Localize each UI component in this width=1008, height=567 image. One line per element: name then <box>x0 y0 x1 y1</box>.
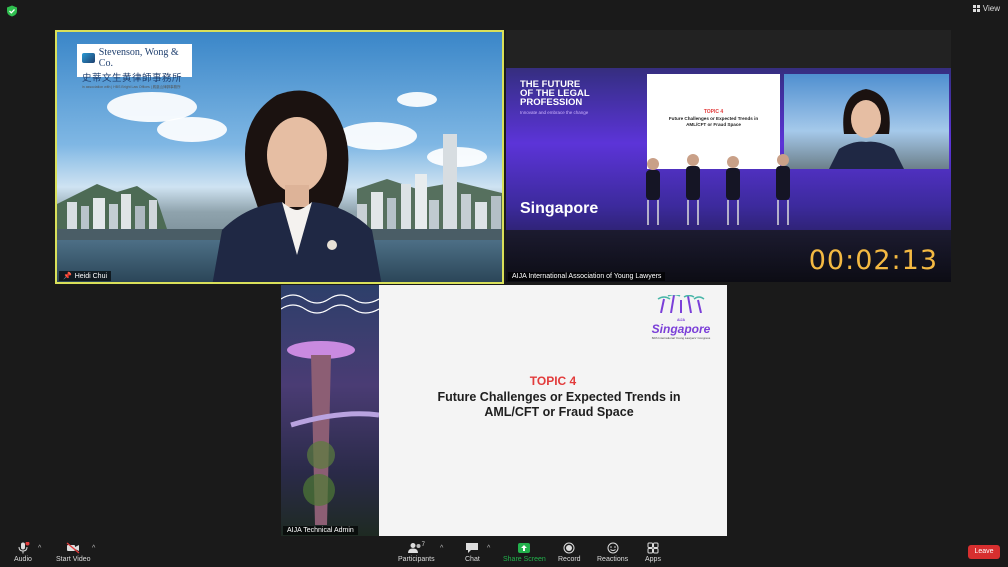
slide-wave-band <box>281 285 379 322</box>
stage-banner-subtitle: Innovate and embrace the change <box>520 110 589 115</box>
panelists-on-stage <box>646 154 790 225</box>
reactions-button[interactable]: Reactions <box>597 542 628 563</box>
stage-banner-title: THE FUTURE OF THE LEGAL PROFESSION <box>520 79 590 108</box>
chat-button[interactable]: Chat <box>465 542 480 563</box>
video-camera-off-icon <box>66 542 80 554</box>
participants-icon <box>407 543 421 553</box>
share-screen-button[interactable]: Share Screen <box>503 542 546 563</box>
audio-button[interactable]: Audio <box>14 542 32 563</box>
supertree-logo-icon <box>657 293 705 314</box>
pin-icon: 📌 <box>63 273 72 280</box>
aija-singapore-logo: AIJA Singapore 60th International Young … <box>647 293 715 340</box>
video-tile-heidi[interactable]: Stevenson, Wong & Co. 史蒂文生黄律師事務所 in asso… <box>55 30 504 284</box>
video-options-caret[interactable]: ^ <box>92 545 95 552</box>
participants-button[interactable]: 7 Participants <box>398 542 435 563</box>
chat-bubble-icon <box>466 543 479 553</box>
grid-view-icon <box>972 5 980 12</box>
participant-video-heidi <box>212 90 382 282</box>
record-button[interactable]: Record <box>558 542 581 563</box>
slide-topic: TOPIC 4 <box>529 374 577 388</box>
record-icon <box>563 542 575 554</box>
audio-options-caret[interactable]: ^ <box>38 545 41 552</box>
security-shield-icon[interactable] <box>6 5 18 17</box>
view-label: View <box>982 4 1000 13</box>
start-video-button[interactable]: Start Video <box>56 542 91 563</box>
slide-title: Future Challenges or Expected Trends in … <box>437 390 681 419</box>
smiley-icon <box>607 542 619 554</box>
firm-logo: Stevenson, Wong & Co. 史蒂文生黄律師事務所 in asso… <box>77 44 192 89</box>
participants-options-caret[interactable]: ^ <box>440 545 443 552</box>
participants-count: 7 <box>421 542 425 548</box>
stage-projected-video <box>784 74 949 169</box>
stage-banner-city: Singapore <box>520 200 599 217</box>
session-timer: 00:02:13 <box>808 245 938 276</box>
view-button[interactable]: View <box>972 4 1000 13</box>
supertree-graphic <box>281 294 380 525</box>
projected-speaker <box>829 89 904 169</box>
leave-button[interactable]: Leave <box>968 545 1000 559</box>
video-tile-technical-admin[interactable]: AIJA Singapore 60th International Young … <box>281 285 727 536</box>
participant-name-tag: 📌 Heidi Chui <box>59 271 112 281</box>
slide-supertree-image <box>281 285 380 536</box>
share-screen-icon <box>518 543 531 553</box>
participant-name-tag: AIJA Technical Admin <box>283 526 358 535</box>
apps-icon <box>647 542 659 554</box>
ceiling <box>506 30 951 68</box>
chat-options-caret[interactable]: ^ <box>487 545 490 552</box>
video-tile-aija[interactable]: THE FUTURE OF THE LEGAL PROFESSION Innov… <box>506 30 951 282</box>
participant-name-tag: AIJA International Association of Young … <box>508 272 666 281</box>
cloud <box>397 92 437 107</box>
apps-button[interactable]: Apps <box>645 542 661 563</box>
microphone-icon <box>18 542 30 554</box>
firm-logo-mark-icon <box>82 53 95 63</box>
